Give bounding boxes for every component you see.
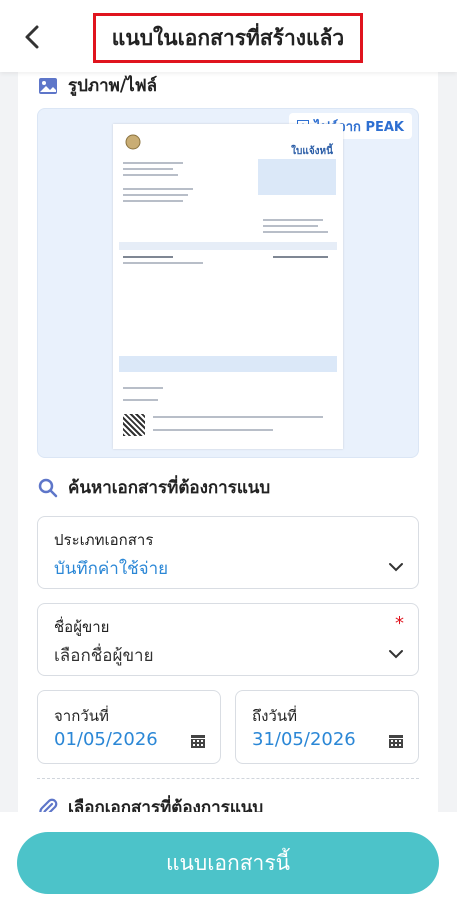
document-type-label: ประเภทเอกสาร: [54, 531, 154, 549]
document-type-value: บันทึกค่าใช้จ่าย: [54, 559, 169, 579]
search-icon: [38, 478, 58, 497]
page-title-highlight: แนบในเอกสารที่สร้างแล้ว: [93, 13, 363, 63]
document-type-select[interactable]: ประเภทเอกสาร บันทึกค่าใช้จ่าย: [37, 516, 419, 589]
vendor-placeholder: เลือกชื่อผู้ขาย: [54, 646, 154, 666]
to-date-value: 31/05/2026: [252, 729, 356, 750]
calendar-icon[interactable]: [388, 733, 404, 749]
from-date-field[interactable]: จากวันที่ 01/05/2026: [37, 690, 221, 764]
to-date-label: ถึงวันที่: [252, 707, 297, 725]
chevron-down-icon: [389, 650, 403, 659]
image-section-label: รูปภาพ/ไฟล์: [68, 76, 158, 96]
back-button[interactable]: [18, 22, 48, 52]
image-icon: [39, 77, 57, 94]
from-date-value: 01/05/2026: [54, 729, 158, 750]
vendor-select[interactable]: ชื่อผู้ขาย * เลือกชื่อผู้ขาย: [37, 603, 419, 676]
search-section-header: ค้นหาเอกสารที่ต้องการแนบ: [38, 474, 270, 501]
chevron-down-icon: [389, 563, 403, 572]
section-divider: [37, 778, 419, 779]
document-title: ใบแจ้งหนี้: [291, 146, 333, 157]
calendar-icon[interactable]: [190, 733, 206, 749]
document-preview[interactable]: ไฟล์จาก PEAK ใบแจ้งหนี้: [37, 108, 419, 458]
to-date-field[interactable]: ถึงวันที่ 31/05/2026: [235, 690, 419, 764]
from-date-label: จากวันที่: [54, 707, 109, 725]
vendor-label: ชื่อผู้ขาย: [54, 618, 110, 636]
search-section-label: ค้นหาเอกสารที่ต้องการแนบ: [68, 478, 271, 498]
required-mark: *: [395, 613, 404, 634]
bottom-action-bar: แนบเอกสารนี้: [0, 812, 457, 915]
image-section-header: รูปภาพ/ไฟล์: [38, 72, 157, 99]
document-thumbnail: ใบแจ้งหนี้: [113, 124, 343, 449]
page-title: แนบในเอกสารที่สร้างแล้ว: [111, 25, 345, 50]
company-logo-icon: [125, 134, 141, 150]
attach-button-label: แนบเอกสารนี้: [166, 850, 290, 875]
app-header: แนบในเอกสารที่สร้างแล้ว: [0, 0, 457, 72]
chevron-left-icon: [25, 25, 39, 49]
attach-document-button[interactable]: แนบเอกสารนี้: [17, 832, 439, 894]
